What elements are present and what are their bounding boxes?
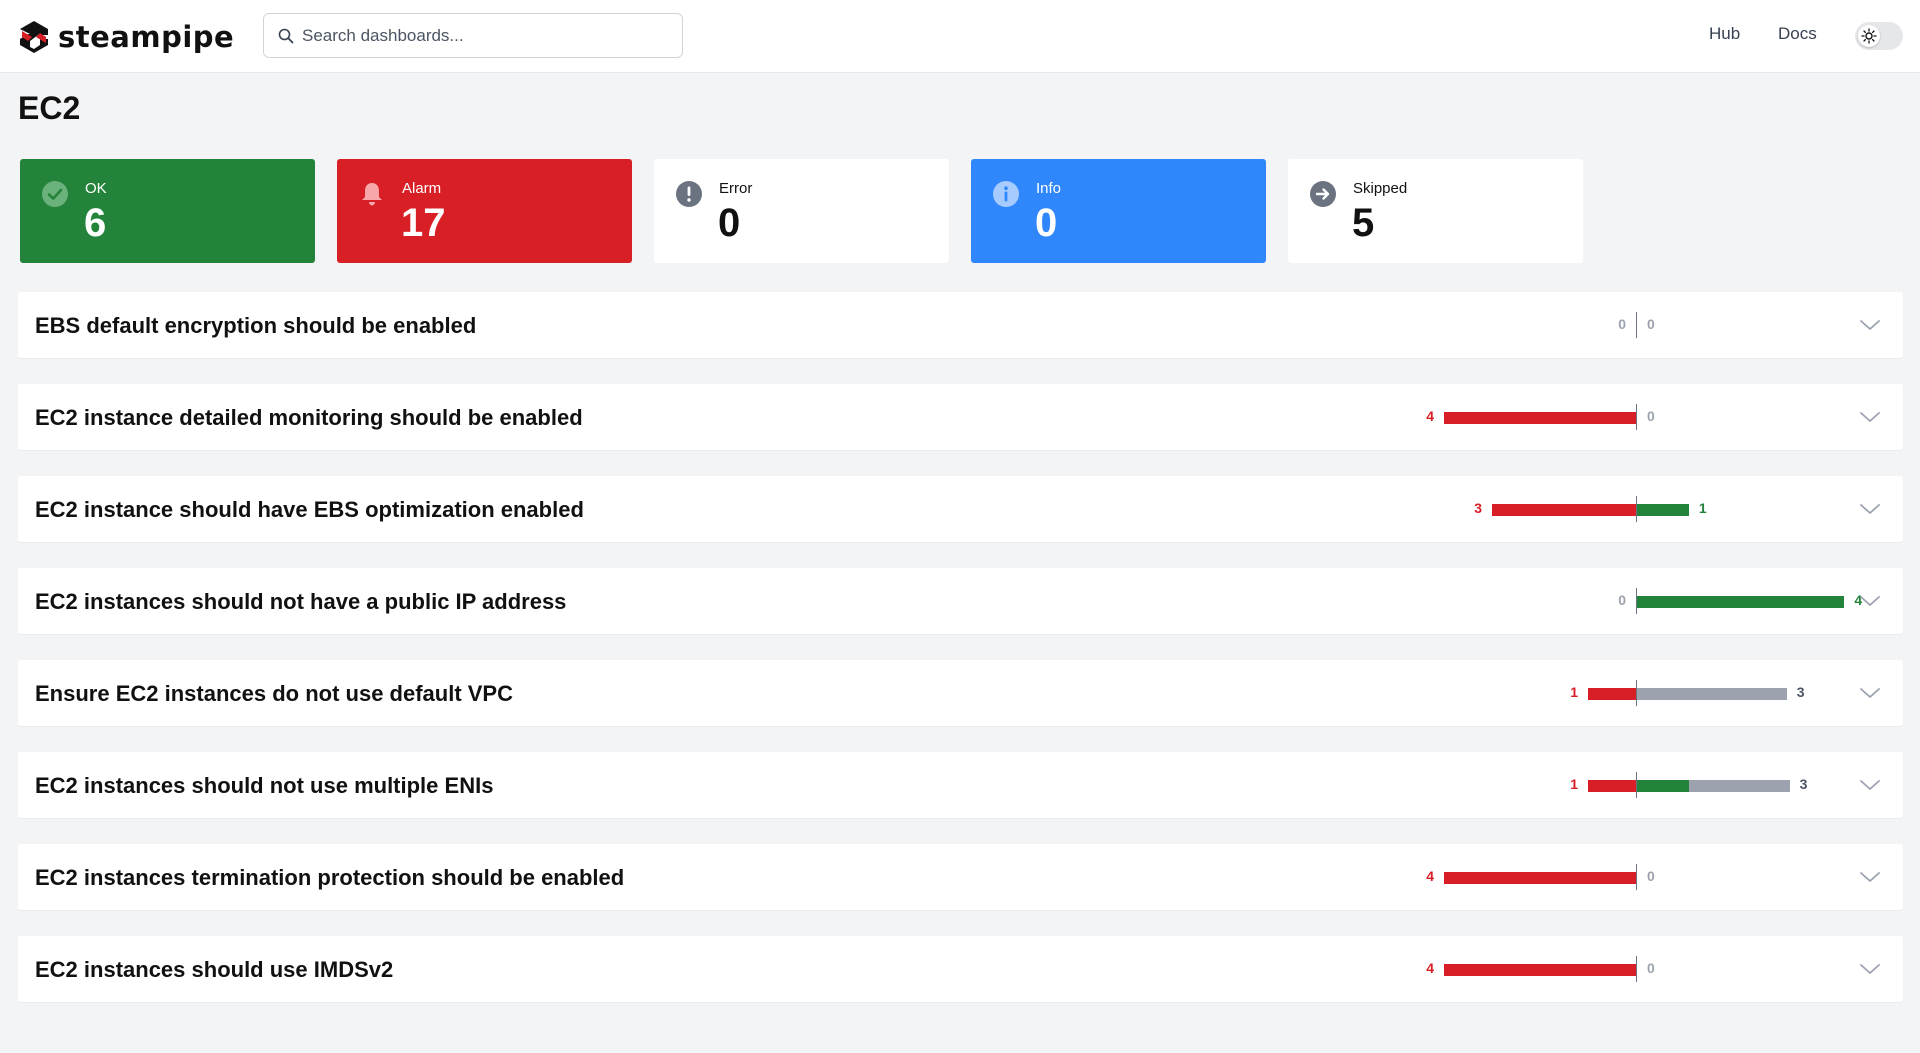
bar-axis	[1636, 864, 1637, 890]
bar-axis	[1636, 956, 1637, 982]
control-status-bar: 40	[1398, 954, 1818, 984]
chevron-down-icon[interactable]	[1858, 866, 1882, 888]
search-icon	[278, 28, 294, 43]
control-status-bar: 40	[1398, 402, 1818, 432]
control-row[interactable]: EBS default encryption should be enabled…	[18, 292, 1903, 358]
summary-value-error: 0	[718, 201, 741, 245]
search-input[interactable]	[302, 25, 662, 46]
summary-card-info[interactable]: Info 0	[971, 159, 1266, 263]
sun-icon	[1861, 28, 1877, 44]
alarm-count-label: 4	[1426, 960, 1434, 976]
summary-label-error: Error	[719, 180, 753, 197]
control-status-bar: 40	[1398, 862, 1818, 892]
skip-bar-segment[interactable]	[1688, 780, 1790, 792]
control-title: EC2 instances should not use multiple EN…	[35, 773, 494, 798]
search-box[interactable]	[263, 13, 683, 58]
ok-count-label: 3	[1799, 776, 1808, 792]
ok-count-label: 0	[1647, 408, 1655, 424]
control-row[interactable]: EC2 instances should not have a public I…	[18, 568, 1903, 634]
chevron-down-icon[interactable]	[1858, 314, 1882, 336]
top-bar: steampipe Hub Docs	[0, 0, 1920, 73]
ok-count-label: 0	[1647, 316, 1655, 332]
ok-bar-segment[interactable]	[1637, 780, 1689, 792]
alarm-count-label: 0	[1618, 592, 1626, 608]
nav-docs-link[interactable]: Docs	[1778, 24, 1817, 44]
summary-value-skipped: 5	[1352, 201, 1375, 245]
bar-axis	[1636, 312, 1637, 338]
skip-bar-segment[interactable]	[1637, 688, 1787, 700]
alarm-count-label: 1	[1570, 684, 1578, 700]
bar-axis	[1636, 496, 1637, 522]
exclamation-circle-icon	[676, 181, 702, 207]
check-circle-icon	[42, 181, 68, 207]
control-row[interactable]: EC2 instance detailed monitoring should …	[18, 384, 1903, 450]
alarm-bar-segment[interactable]	[1492, 504, 1636, 516]
ok-count-label: 3	[1796, 684, 1805, 700]
chevron-down-icon[interactable]	[1858, 498, 1882, 520]
logo-text: steampipe	[58, 19, 235, 54]
bar-axis	[1636, 588, 1637, 614]
ok-bar-segment[interactable]	[1637, 596, 1845, 608]
nav-hub-link[interactable]: Hub	[1709, 24, 1740, 44]
summary-label-ok: OK	[85, 180, 107, 197]
chevron-down-icon[interactable]	[1858, 682, 1882, 704]
summary-label-skipped: Skipped	[1353, 180, 1408, 197]
control-row[interactable]: Ensure EC2 instances do not use default …	[18, 660, 1903, 726]
alarm-count-label: 4	[1426, 408, 1434, 424]
bell-icon	[362, 183, 382, 206]
bar-axis	[1636, 404, 1637, 430]
ok-count-label: 1	[1698, 500, 1707, 516]
alarm-bar-segment[interactable]	[1588, 780, 1636, 792]
control-title: EBS default encryption should be enabled	[35, 313, 477, 338]
alarm-count-label: 0	[1618, 316, 1626, 332]
summary-card-skipped[interactable]: Skipped 5	[1288, 159, 1583, 263]
control-status-bar: 13	[1398, 770, 1818, 800]
alarm-count-label: 1	[1570, 776, 1578, 792]
toggle-knob	[1858, 25, 1880, 47]
summary-value-info: 0	[1035, 201, 1058, 245]
bar-axis	[1636, 772, 1637, 798]
summary-label-info: Info	[1036, 180, 1062, 197]
alarm-bar-segment[interactable]	[1588, 688, 1636, 700]
control-row[interactable]: EC2 instance should have EBS optimizatio…	[18, 476, 1903, 542]
summary-card-alarm[interactable]: Alarm 17	[337, 159, 632, 263]
summary-value-ok: 6	[84, 201, 107, 245]
control-title: EC2 instances should use IMDSv2	[35, 957, 394, 982]
ok-count-label: 0	[1647, 960, 1655, 976]
ok-bar-segment[interactable]	[1637, 504, 1689, 516]
control-title: EC2 instances should not have a public I…	[35, 589, 567, 614]
control-title: EC2 instance detailed monitoring should …	[35, 405, 583, 430]
page-title: EC2	[18, 90, 81, 126]
alarm-count-label: 4	[1426, 868, 1434, 884]
arrow-right-circle-icon	[1310, 181, 1336, 207]
summary-value-alarm: 17	[401, 201, 446, 245]
chevron-down-icon[interactable]	[1858, 774, 1882, 796]
control-title: EC2 instances termination protection sho…	[35, 865, 625, 890]
control-row[interactable]: EC2 instances termination protection sho…	[18, 844, 1903, 910]
control-title: EC2 instance should have EBS optimizatio…	[35, 497, 584, 522]
steampipe-logo-icon	[20, 20, 48, 53]
control-status-bar: 13	[1398, 678, 1818, 708]
steampipe-logo[interactable]: steampipe	[18, 18, 234, 55]
alarm-bar-segment[interactable]	[1444, 412, 1636, 424]
theme-toggle[interactable]	[1855, 22, 1903, 50]
summary-card-error[interactable]: Error 0	[654, 159, 949, 263]
control-status-bar: 31	[1398, 494, 1818, 524]
alarm-bar-segment[interactable]	[1444, 872, 1636, 884]
control-status-bar: 00	[1398, 310, 1818, 340]
control-title: Ensure EC2 instances do not use default …	[35, 681, 513, 706]
control-status-bar: 04	[1398, 586, 1862, 616]
control-row[interactable]: EC2 instances should not use multiple EN…	[18, 752, 1903, 818]
chevron-down-icon[interactable]	[1858, 406, 1882, 428]
bar-axis	[1636, 680, 1637, 706]
chevron-down-icon[interactable]	[1858, 590, 1882, 612]
summary-label-alarm: Alarm	[402, 180, 442, 197]
summary-card-ok[interactable]: OK 6	[20, 159, 315, 263]
ok-count-label: 0	[1647, 868, 1655, 884]
alarm-bar-segment[interactable]	[1444, 964, 1636, 976]
info-circle-icon	[993, 181, 1019, 207]
chevron-down-icon[interactable]	[1858, 958, 1882, 980]
control-row[interactable]: EC2 instances should use IMDSv2 4 0	[18, 936, 1903, 1002]
alarm-count-label: 3	[1474, 500, 1482, 516]
